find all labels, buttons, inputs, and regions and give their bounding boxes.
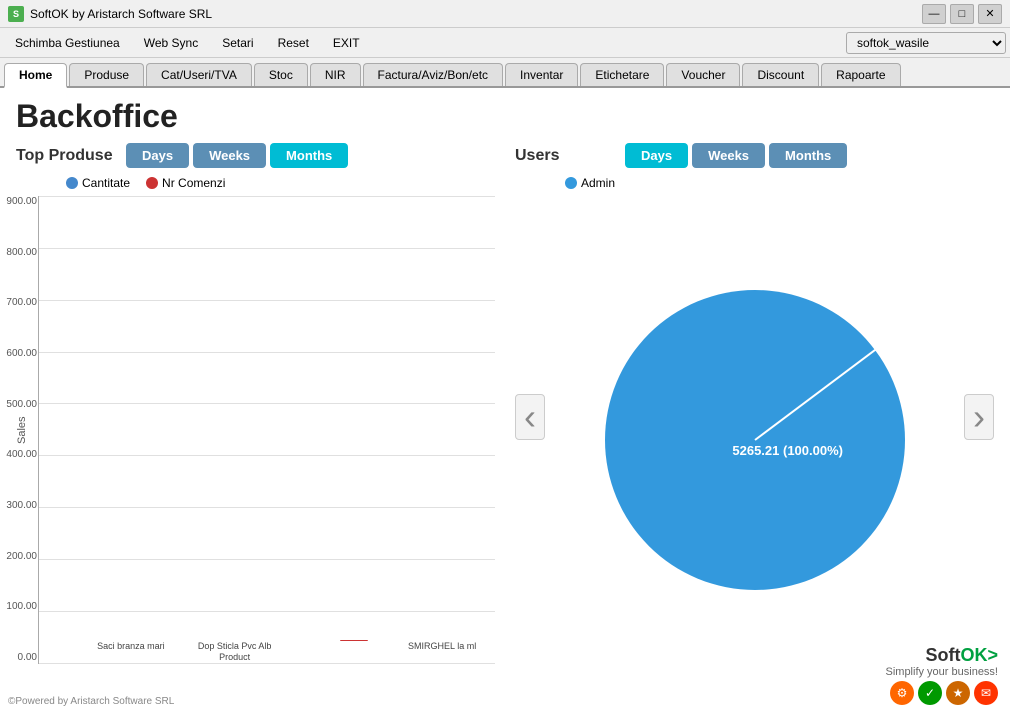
top-produse-legend: Cantitate Nr Comenzi xyxy=(66,176,495,190)
menu-web-sync[interactable]: Web Sync xyxy=(133,32,209,54)
legend-admin-label: Admin xyxy=(581,176,615,190)
x-label-3 xyxy=(291,641,387,663)
menu-setari[interactable]: Setari xyxy=(211,32,264,54)
legend-admin-dot xyxy=(565,177,577,189)
users-months-button[interactable]: Months xyxy=(769,143,847,168)
window-controls: — □ ✕ xyxy=(922,4,1002,24)
footer-icon-1[interactable]: ⚙ xyxy=(890,681,914,705)
brand-arrow: > xyxy=(987,645,998,665)
tab-inventar[interactable]: Inventar xyxy=(505,63,578,86)
nav-tabs: Home Produse Cat/Useri/TVA Stoc NIR Fact… xyxy=(0,58,1010,88)
main-content: Backoffice Top Produse Days Weeks Months… xyxy=(0,88,1010,711)
users-panel: Users Days Weeks Months Admin xyxy=(515,143,994,691)
menu-exit[interactable]: EXIT xyxy=(322,32,371,54)
tab-nir[interactable]: NIR xyxy=(310,63,361,86)
tab-discount[interactable]: Discount xyxy=(742,63,819,86)
tab-rapoarte[interactable]: Rapoarte xyxy=(821,63,900,86)
footer-tagline: Simplify your business! xyxy=(886,666,999,678)
pie-chart: 5265.21 (100.00%) xyxy=(595,280,915,600)
users-legend: Admin xyxy=(565,176,994,190)
tab-etichetare[interactable]: Etichetare xyxy=(580,63,664,86)
users-days-button[interactable]: Days xyxy=(625,143,688,168)
top-produse-weeks-button[interactable]: Weeks xyxy=(193,143,266,168)
footer-icon-4[interactable]: ✉ xyxy=(974,681,998,705)
x-label-4: SMIRGHEL la ml xyxy=(394,641,490,663)
brand-name: Soft xyxy=(925,645,960,665)
user-selector-wrapper[interactable]: softok_wasile admin user2 xyxy=(846,32,1006,54)
tab-voucher[interactable]: Voucher xyxy=(666,63,740,86)
maximize-button[interactable]: □ xyxy=(950,4,974,24)
tab-stoc[interactable]: Stoc xyxy=(254,63,308,86)
app-icon: S xyxy=(8,6,24,22)
dashboard-row: Top Produse Days Weeks Months Cantitate … xyxy=(16,143,994,691)
y-labels: 900.00 800.00 700.00 600.00 500.00 400.0… xyxy=(0,196,37,663)
top-produse-days-button[interactable]: Days xyxy=(126,143,189,168)
minimize-button[interactable]: — xyxy=(922,4,946,24)
top-produse-header: Top Produse Days Weeks Months xyxy=(16,143,495,168)
footer-icon-2[interactable]: ✓ xyxy=(918,681,942,705)
users-period-buttons: Days Weeks Months xyxy=(625,143,847,168)
legend-cantitate: Cantitate xyxy=(66,176,130,190)
footer: SoftOK> Simplify your business! ⚙ ✓ ★ ✉ xyxy=(874,639,1010,711)
menu-schimba-gestiunea[interactable]: Schimba Gestiunea xyxy=(4,32,131,54)
tab-factura[interactable]: Factura/Aviz/Bon/etc xyxy=(363,63,504,86)
brand-ok: OK xyxy=(960,645,987,665)
top-produse-title: Top Produse xyxy=(16,147,116,165)
title-bar-left: S SoftOK by Aristarch Software SRL xyxy=(8,6,212,22)
top-produse-panel: Top Produse Days Weeks Months Cantitate … xyxy=(16,143,495,691)
bars-container xyxy=(83,196,490,641)
bar-chart-container: Sales 900.00 800.00 700.00 600.00 500.00… xyxy=(16,196,495,664)
legend-cantitate-label: Cantitate xyxy=(82,176,130,190)
menu-reset[interactable]: Reset xyxy=(267,32,320,54)
title-bar: S SoftOK by Aristarch Software SRL — □ ✕ xyxy=(0,0,1010,28)
user-select[interactable]: softok_wasile admin user2 xyxy=(846,32,1006,54)
menu-bar: Schimba Gestiunea Web Sync Setari Reset … xyxy=(0,28,1010,58)
left-arrow[interactable]: ‹ xyxy=(515,394,545,440)
legend-nr-comenzi-dot xyxy=(146,177,158,189)
x-labels: Saci branza mari Dop Sticla Pvc AlbProdu… xyxy=(83,641,490,663)
right-arrow[interactable]: › xyxy=(964,394,994,440)
footer-icons: ⚙ ✓ ★ ✉ xyxy=(890,681,998,705)
pie-chart-container: 5265.21 (100.00%) xyxy=(515,196,994,684)
legend-admin: Admin xyxy=(565,176,615,190)
close-button[interactable]: ✕ xyxy=(978,4,1002,24)
footer-icon-3[interactable]: ★ xyxy=(946,681,970,705)
legend-cantitate-dot xyxy=(66,177,78,189)
top-produse-period-buttons: Days Weeks Months xyxy=(126,143,348,168)
tab-cat-useri-tva[interactable]: Cat/Useri/TVA xyxy=(146,63,252,86)
x-label-2: Dop Sticla Pvc AlbProduct xyxy=(187,641,283,663)
users-title: Users xyxy=(515,147,615,165)
top-produse-months-button[interactable]: Months xyxy=(270,143,348,168)
chart-area: 900.00 800.00 700.00 600.00 500.00 400.0… xyxy=(38,196,495,664)
tab-produse[interactable]: Produse xyxy=(69,63,144,86)
footer-brand: SoftOK> xyxy=(925,645,998,666)
x-label-1: Saci branza mari xyxy=(83,641,179,663)
users-weeks-button[interactable]: Weeks xyxy=(692,143,765,168)
footer-copyright: ©Powered by Aristarch Software SRL xyxy=(0,692,182,711)
legend-nr-comenzi-label: Nr Comenzi xyxy=(162,176,225,190)
tab-home[interactable]: Home xyxy=(4,63,67,88)
legend-nr-comenzi: Nr Comenzi xyxy=(146,176,225,190)
pie-svg xyxy=(595,280,915,600)
page-title: Backoffice xyxy=(16,98,994,135)
users-header: Users Days Weeks Months xyxy=(515,143,994,168)
app-title: SoftOK by Aristarch Software SRL xyxy=(30,7,212,21)
pie-value-label: 5265.21 (100.00%) xyxy=(732,443,843,458)
menu-items: Schimba Gestiunea Web Sync Setari Reset … xyxy=(4,32,371,54)
